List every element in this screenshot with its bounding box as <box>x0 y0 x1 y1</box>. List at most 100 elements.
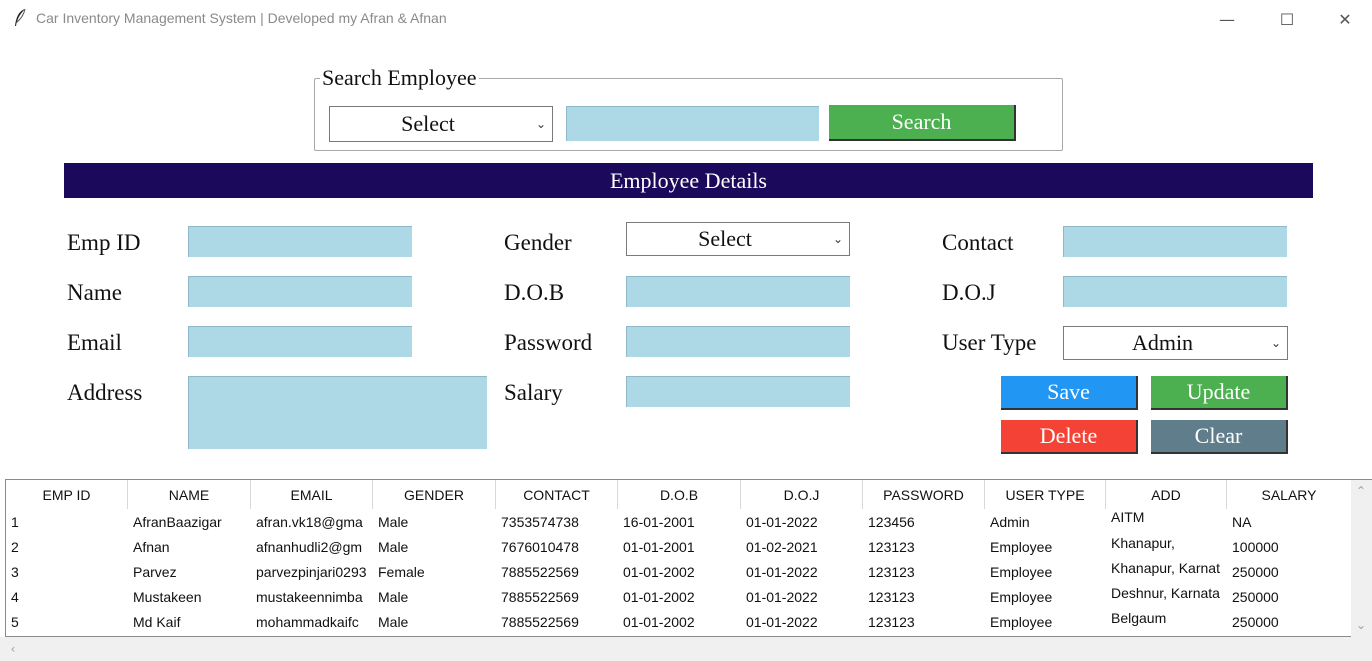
table-cell: NA <box>1232 514 1252 530</box>
table-cell: 123123 <box>868 614 915 630</box>
table-cell: Khanapur, Karnat <box>1111 560 1220 576</box>
dob-input[interactable] <box>626 276 850 307</box>
table-cell: 7885522569 <box>501 589 579 605</box>
column-header-salary[interactable]: SALARY <box>1227 480 1351 509</box>
table-cell: Parvez <box>133 564 177 580</box>
table-cell: 16-01-2001 <box>623 514 695 530</box>
gender-select[interactable]: Select ⌄ <box>626 222 850 256</box>
table-cell: 5 <box>11 614 19 630</box>
table-horizontal-scrollbar[interactable]: ‹ <box>0 637 1372 661</box>
chevron-down-icon[interactable]: ⌄ <box>1351 616 1371 634</box>
emp-id-input[interactable] <box>188 226 412 257</box>
table-cell: 123123 <box>868 589 915 605</box>
column-header-name[interactable]: NAME <box>128 480 251 509</box>
table-cell: 250000 <box>1232 564 1279 580</box>
table-cell: mustakeennimba <box>256 589 363 605</box>
close-button[interactable]: ✕ <box>1316 0 1372 38</box>
title-bar: Car Inventory Management System | Develo… <box>0 0 1372 38</box>
search-input[interactable] <box>566 106 819 141</box>
email-input[interactable] <box>188 326 412 357</box>
emp-id-label: Emp ID <box>67 230 141 255</box>
table-cell: 3 <box>11 564 19 580</box>
user-type-select-value: Admin <box>1131 330 1194 355</box>
column-header-contact[interactable]: CONTACT <box>496 480 618 509</box>
table-cell: mohammadkaifc <box>256 614 359 630</box>
table-cell: 01-01-2022 <box>746 564 818 580</box>
table-cell: Deshnur, Karnata <box>1111 585 1220 601</box>
dob-label: D.O.B <box>504 280 565 305</box>
table-cell: Belgaum <box>1111 610 1167 626</box>
table-cell: Female <box>378 564 425 580</box>
user-type-label: User Type <box>942 330 1037 355</box>
table-vertical-scrollbar[interactable]: ⌃ ⌄ <box>1351 479 1372 637</box>
password-input[interactable] <box>626 326 850 357</box>
column-header-doj[interactable]: D.O.J <box>741 480 863 509</box>
table-cell: 250000 <box>1232 614 1279 630</box>
name-label: Name <box>67 280 122 305</box>
contact-input[interactable] <box>1063 226 1287 257</box>
chevron-down-icon: ⌄ <box>535 117 546 131</box>
minimize-icon: — <box>1219 9 1235 29</box>
window-title: Car Inventory Management System | Develo… <box>36 10 447 26</box>
search-employee-legend: Search Employee <box>320 65 479 91</box>
address-label: Address <box>67 380 143 405</box>
minimize-button[interactable]: — <box>1198 0 1256 38</box>
salary-label: Salary <box>504 380 563 405</box>
table-cell: 123123 <box>868 539 915 555</box>
table-cell: Male <box>378 539 409 555</box>
chevron-down-icon: ⌄ <box>1270 336 1281 350</box>
column-header-dob[interactable]: D.O.B <box>618 480 741 509</box>
table-cell: AITM <box>1111 509 1145 525</box>
table-cell: 4 <box>11 589 19 605</box>
table-cell: Admin <box>990 514 1030 530</box>
table-cell: 100000 <box>1232 539 1279 555</box>
table-cell: 250000 <box>1232 589 1279 605</box>
delete-button[interactable]: Delete <box>1001 420 1138 454</box>
table-cell: Mustakeen <box>133 589 202 605</box>
password-label: Password <box>504 330 593 355</box>
name-input[interactable] <box>188 276 412 307</box>
clear-button[interactable]: Clear <box>1151 420 1288 454</box>
search-field-select-value: Select <box>401 111 455 136</box>
table-cell: 2 <box>11 539 19 555</box>
table-cell: 7676010478 <box>501 539 579 555</box>
table-cell: 01-01-2022 <box>746 614 818 630</box>
column-header-email[interactable]: EMAIL <box>251 480 373 509</box>
table-cell: Employee <box>990 539 1053 555</box>
column-header-password[interactable]: PASSWORD <box>863 480 985 509</box>
search-field-select[interactable]: Select ⌄ <box>329 106 553 142</box>
feather-icon <box>15 8 26 26</box>
doj-input[interactable] <box>1063 276 1287 307</box>
table-cell: 01-01-2002 <box>623 589 695 605</box>
doj-label: D.O.J <box>942 280 996 305</box>
salary-input[interactable] <box>626 376 850 407</box>
column-header-user-type[interactable]: USER TYPE <box>985 480 1106 509</box>
column-header-emp-id[interactable]: EMP ID <box>6 480 128 509</box>
save-button[interactable]: Save <box>1001 376 1138 410</box>
update-button[interactable]: Update <box>1151 376 1288 410</box>
contact-label: Contact <box>942 230 1014 255</box>
column-header-gender[interactable]: GENDER <box>373 480 496 509</box>
table-cell: Male <box>378 614 409 630</box>
table-cell: Male <box>378 514 409 530</box>
maximize-icon: ☐ <box>1279 9 1295 29</box>
email-label: Email <box>67 330 122 355</box>
address-textarea[interactable] <box>188 376 487 449</box>
table-cell: 01-02-2021 <box>746 539 818 555</box>
close-icon: ✕ <box>1338 9 1352 29</box>
table-cell: 123456 <box>868 514 915 530</box>
employee-details-header: Employee Details <box>64 163 1313 198</box>
table-cell: 7885522569 <box>501 564 579 580</box>
table-cell: 7353574738 <box>501 514 579 530</box>
table-cell: afnanhudli2@gm <box>256 539 363 555</box>
maximize-button[interactable]: ☐ <box>1258 0 1316 38</box>
table-cell: 01-01-2001 <box>623 539 695 555</box>
chevron-left-icon[interactable]: ‹ <box>4 640 22 658</box>
table-cell: 7885522569 <box>501 614 579 630</box>
search-button[interactable]: Search <box>829 105 1016 141</box>
user-type-select[interactable]: Admin ⌄ <box>1063 326 1288 360</box>
table-cell: 123123 <box>868 564 915 580</box>
chevron-up-icon[interactable]: ⌃ <box>1351 482 1371 500</box>
table-cell: 01-01-2022 <box>746 589 818 605</box>
table-cell: 1 <box>11 514 19 530</box>
